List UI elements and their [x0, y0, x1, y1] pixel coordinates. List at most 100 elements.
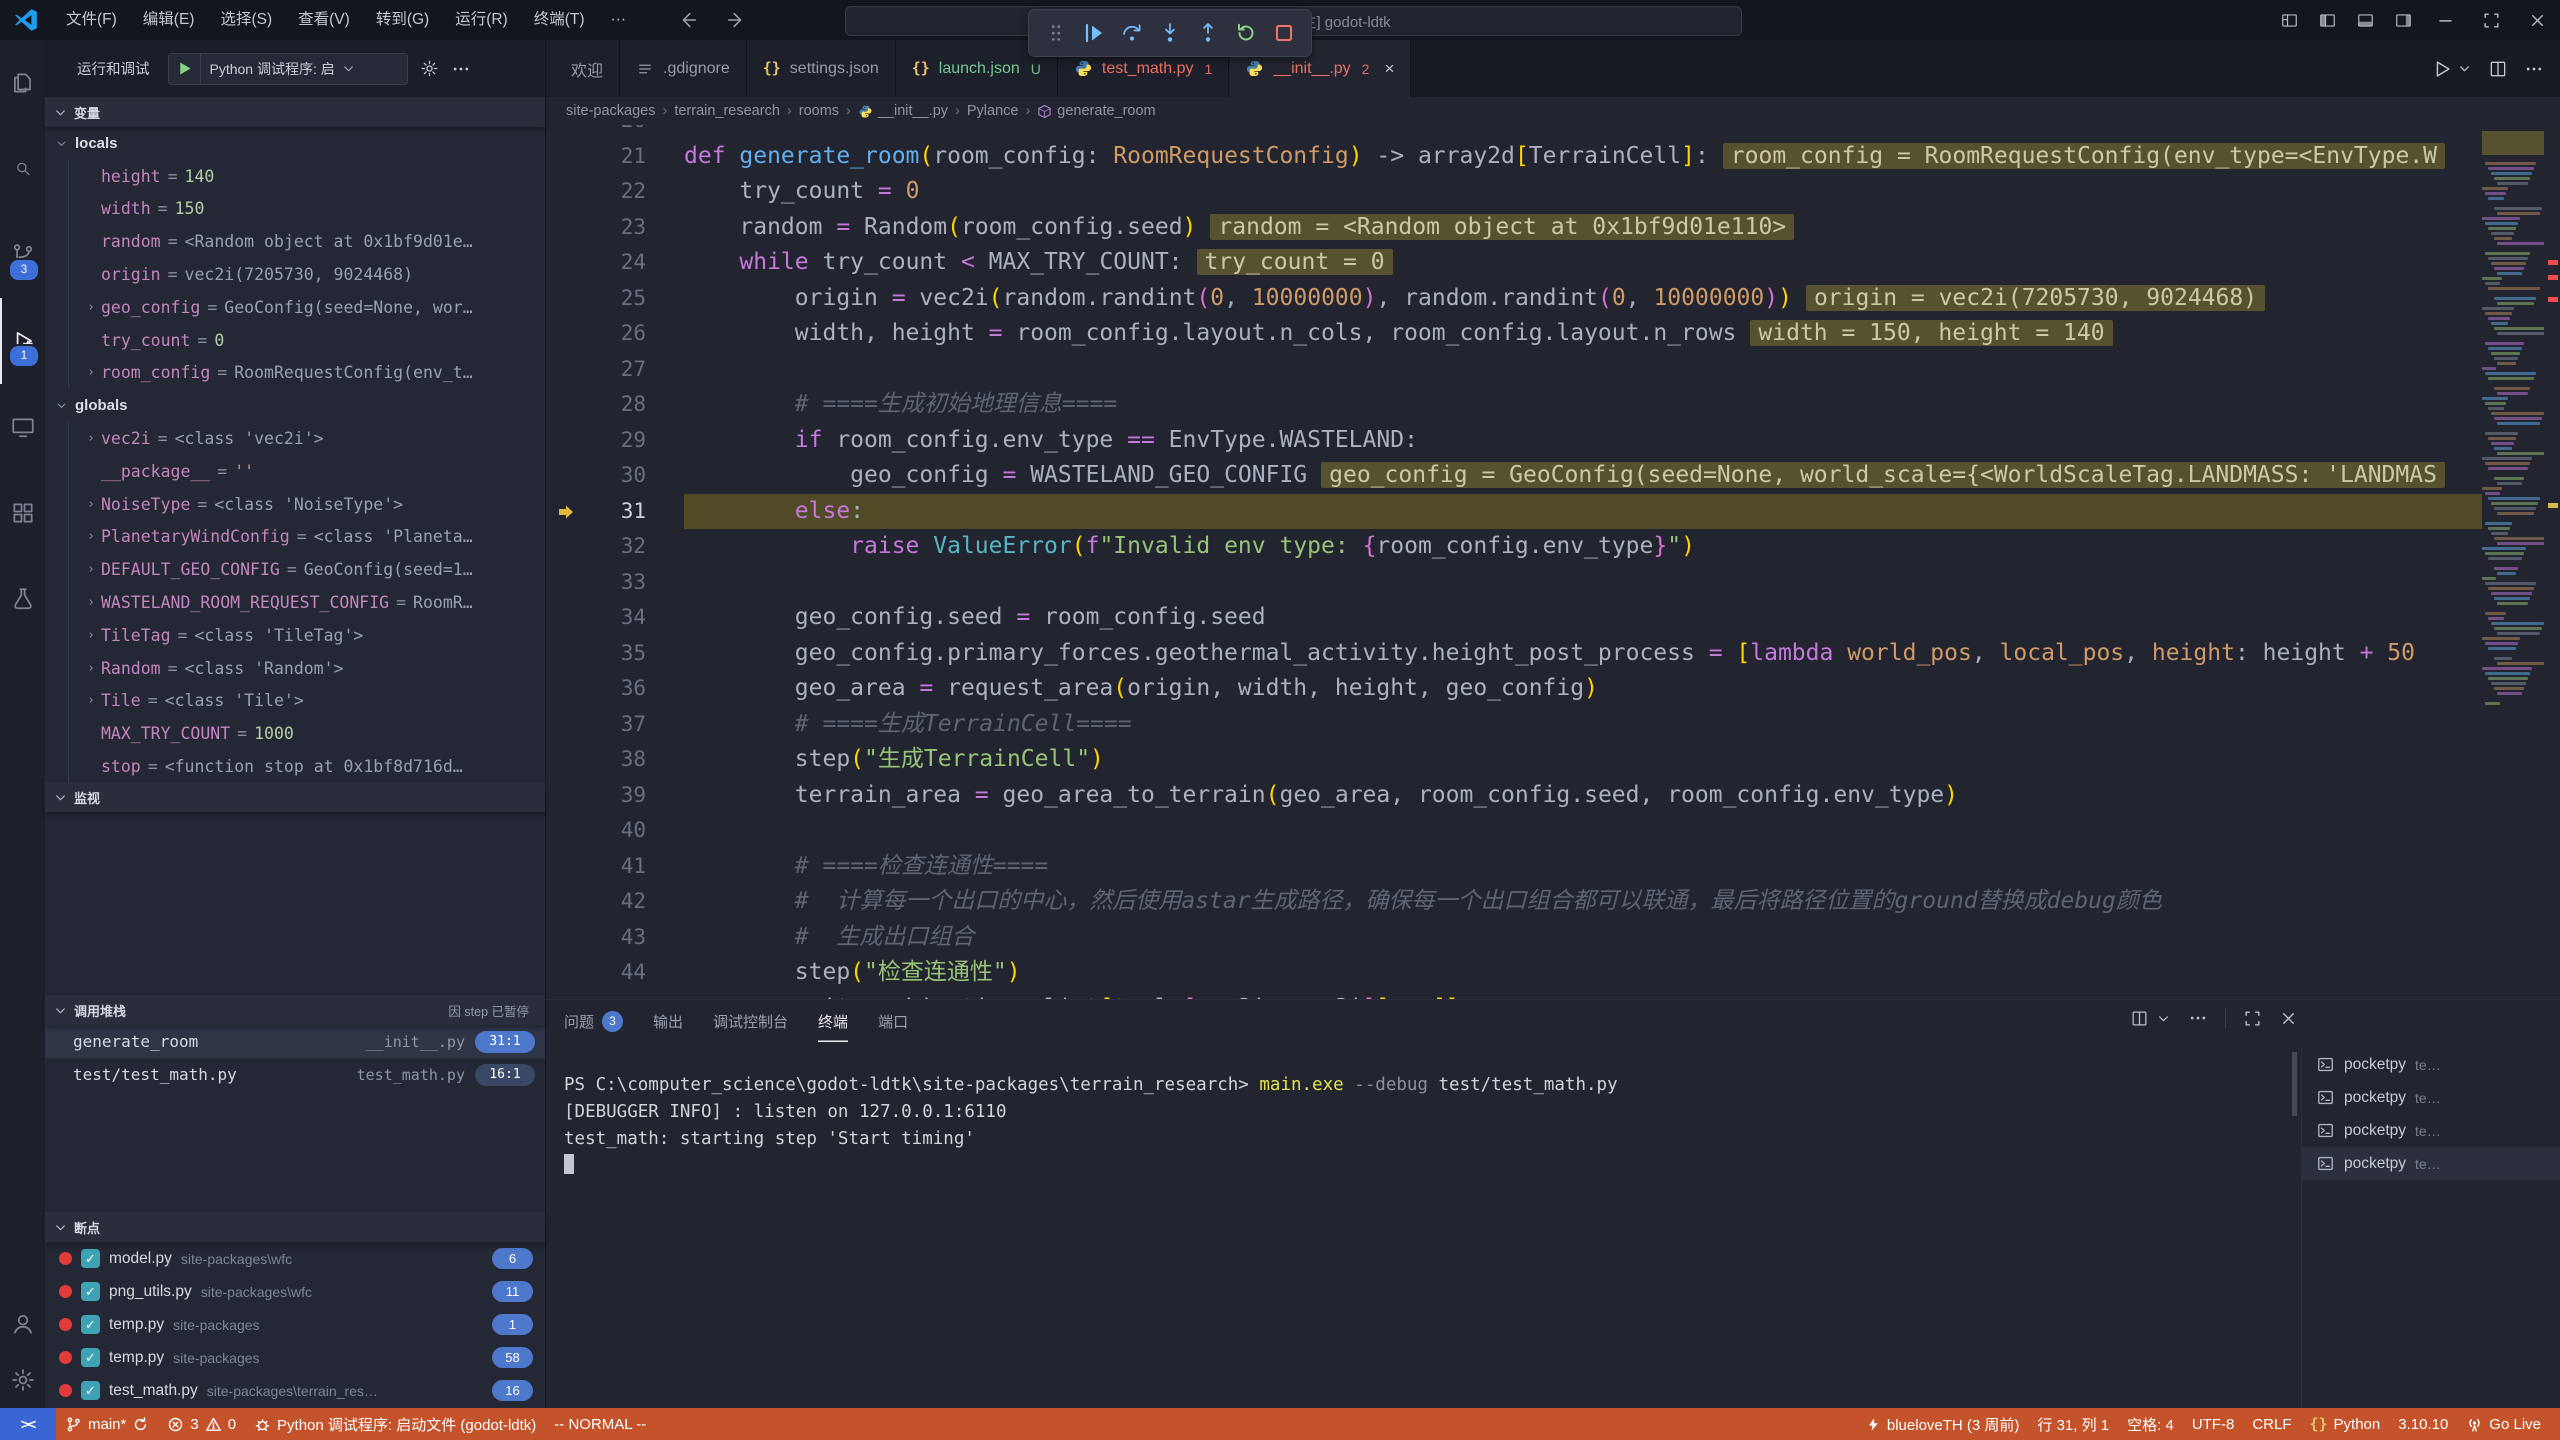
activity-settings-gear-icon[interactable]: [0, 1352, 45, 1408]
menu-item[interactable]: 文件(F): [53, 0, 130, 40]
close-icon[interactable]: [2279, 1009, 2298, 1028]
launch-config-select[interactable]: Python 调试程序: 启: [168, 53, 408, 85]
statusbar-item[interactable]: CRLF: [2243, 1416, 2300, 1433]
activity-extensions-icon[interactable]: [0, 470, 45, 556]
chevron-right-icon[interactable]: ›: [81, 431, 101, 446]
code-editor[interactable]: 2021def generate_room(room_config: RoomR…: [546, 125, 2560, 999]
breadcrumb-item[interactable]: generate_room: [1037, 103, 1155, 119]
variable-row[interactable]: random=<Random object at 0x1bf9d01e…: [45, 225, 545, 258]
activity-remote-explorer-icon[interactable]: [0, 384, 45, 470]
variable-row[interactable]: MAX_TRY_COUNT=1000: [45, 717, 545, 750]
code-line-38[interactable]: 38 step("生成TerrainCell"): [546, 742, 2482, 778]
variable-row[interactable]: ›Tile=<class 'Tile'>: [45, 685, 545, 718]
toggle-panel-bottom-icon[interactable]: [2346, 0, 2384, 40]
breadcrumb-item[interactable]: rooms: [799, 103, 839, 119]
minimize-icon[interactable]: [2422, 0, 2468, 40]
menu-item[interactable]: 运行(R): [442, 0, 521, 40]
breadcrumb-item[interactable]: __init__.py: [858, 103, 948, 119]
more-actions-icon[interactable]: [451, 59, 471, 79]
code-line-27[interactable]: 27: [546, 352, 2482, 388]
code-line-32[interactable]: 32 raise ValueError(f"Invalid env type: …: [546, 529, 2482, 565]
code-line-34[interactable]: 34 geo_config.seed = room_config.seed: [546, 600, 2482, 636]
tab-欢迎[interactable]: 欢迎: [546, 40, 620, 97]
statusbar-item[interactable]: 空格: 4: [2118, 1414, 2183, 1435]
start-debug-icon[interactable]: [169, 54, 201, 84]
code-line-30[interactable]: 30 geo_config = WASTELAND_GEO_CONFIGgeo_…: [546, 458, 2482, 494]
breakpoint-checkbox[interactable]: ✓: [81, 1381, 100, 1400]
chevron-right-icon[interactable]: ›: [81, 661, 101, 676]
code-line-43[interactable]: 43 # 生成出口组合: [546, 920, 2482, 956]
variables-scope-globals[interactable]: globals: [45, 389, 545, 422]
chevdown-icon[interactable]: [2156, 1011, 2171, 1026]
chevron-right-icon[interactable]: ›: [81, 300, 101, 315]
continue-icon[interactable]: [1077, 16, 1111, 50]
variable-row[interactable]: ›WASTELAND_ROOM_REQUEST_CONFIG=RoomR…: [45, 586, 545, 619]
code-line-45[interactable]: 45 exit_combinations:list[tuple[vec2i, v…: [546, 991, 2482, 1000]
callstack-section-header[interactable]: 调用堆栈 因 step 已暂停: [45, 995, 545, 1025]
statusbar-item[interactable]: 3.10.10: [2389, 1416, 2457, 1433]
step-over-icon[interactable]: [1115, 16, 1149, 50]
variable-row[interactable]: ›Random=<class 'Random'>: [45, 652, 545, 685]
statusbar-item[interactable]: {}Python: [2300, 1415, 2389, 1433]
code-line-28[interactable]: 28 # ====生成初始地理信息====: [546, 387, 2482, 423]
menu-item[interactable]: 终端(T): [521, 0, 598, 40]
menu-item[interactable]: 编辑(E): [130, 0, 208, 40]
chevron-right-icon[interactable]: ›: [81, 562, 101, 577]
terminal-list-item[interactable]: pocketpyte…: [2302, 1114, 2560, 1147]
statusbar-item[interactable]: 30: [158, 1408, 245, 1440]
split-icon[interactable]: [2488, 59, 2508, 79]
chevron-right-icon[interactable]: ›: [81, 497, 101, 512]
code-line-39[interactable]: 39 terrain_area = geo_area_to_terrain(ge…: [546, 778, 2482, 814]
step-out-icon[interactable]: [1191, 16, 1225, 50]
code-line-40[interactable]: 40: [546, 813, 2482, 849]
variable-row[interactable]: stop=<function stop at 0x1bf8d716d…: [45, 750, 545, 782]
activity-search-icon[interactable]: [0, 126, 45, 212]
terminal-list-item[interactable]: pocketpyte…: [2302, 1147, 2560, 1180]
menu-item[interactable]: ···: [598, 0, 640, 40]
statusbar-item[interactable]: Python 调试程序: 启动文件 (godot-ldtk): [245, 1408, 545, 1440]
variable-row[interactable]: ›vec2i=<class 'vec2i'>: [45, 422, 545, 455]
code-line-23[interactable]: 23 random = Random(room_config.seed)rand…: [546, 210, 2482, 246]
breakpoint-row[interactable]: ✓test_math.pysite-packages\terrain_res…1…: [45, 1374, 545, 1407]
statusbar-item[interactable]: 行 31, 列 1: [2028, 1414, 2118, 1435]
code-line-42[interactable]: 42 # 计算每一个出口的中心，然后使用astar生成路径，确保每一个出口组合都…: [546, 884, 2482, 920]
panel-tab-终端[interactable]: 终端: [818, 1000, 848, 1042]
variable-row[interactable]: ›NoiseType=<class 'NoiseType'>: [45, 488, 545, 521]
step-into-icon[interactable]: [1153, 16, 1187, 50]
chevron-right-icon[interactable]: ›: [81, 628, 101, 643]
breakpoint-row[interactable]: ✓temp.pysite-packages58: [45, 1341, 545, 1374]
nav-forward-icon[interactable]: [725, 9, 747, 31]
activity-explorer-icon[interactable]: [0, 40, 45, 126]
activity-run-and-debug-icon[interactable]: 1: [0, 298, 45, 384]
nav-back-icon[interactable]: [677, 9, 699, 31]
variable-row[interactable]: height=140: [45, 160, 545, 193]
statusbar-item[interactable]: blueloveTH (3 周前): [1857, 1414, 2029, 1435]
panel-tab-问题[interactable]: 问题3: [564, 1000, 623, 1042]
variable-row[interactable]: __package__='': [45, 455, 545, 488]
variable-row[interactable]: ›room_config=RoomRequestConfig(env_t…: [45, 357, 545, 390]
terminal-output[interactable]: PS C:\computer_science\godot-ldtk\site-p…: [564, 1072, 2280, 1180]
minimap[interactable]: [2482, 125, 2544, 999]
activity-testing-icon[interactable]: [0, 556, 45, 642]
code-line-36[interactable]: 36 geo_area = request_area(origin, width…: [546, 671, 2482, 707]
code-line-31[interactable]: 31 else:: [546, 494, 2482, 530]
code-line-25[interactable]: 25 origin = vec2i(random.randint(0, 1000…: [546, 281, 2482, 317]
breadcrumb-item[interactable]: site-packages: [566, 103, 655, 119]
breakpoint-row[interactable]: ✓temp.pysite-packages1: [45, 1308, 545, 1341]
chevdown-icon[interactable]: [2457, 61, 2472, 76]
statusbar-item[interactable]: Go Live: [2457, 1416, 2550, 1433]
code-line-20[interactable]: 20: [546, 125, 2482, 139]
terminal-list-item[interactable]: pocketpyte…: [2302, 1081, 2560, 1114]
code-line-24[interactable]: 24 while try_count < MAX_TRY_COUNT:try_c…: [546, 245, 2482, 281]
variable-row[interactable]: ›geo_config=GeoConfig(seed=None, wor…: [45, 291, 545, 324]
code-line-35[interactable]: 35 geo_config.primary_forces.geothermal_…: [546, 636, 2482, 672]
callstack-frame[interactable]: generate_room__init__.py31:1: [45, 1025, 545, 1058]
variable-row[interactable]: width=150: [45, 193, 545, 226]
panel-tab-调试控制台[interactable]: 调试控制台: [713, 1000, 788, 1042]
gear-icon[interactable]: [420, 59, 439, 78]
code-line-33[interactable]: 33: [546, 565, 2482, 601]
remote-indicator[interactable]: ><: [0, 1408, 56, 1440]
more-icon[interactable]: [2188, 1008, 2208, 1028]
breakpoint-row[interactable]: ✓png_utils.pysite-packages\wfc11: [45, 1275, 545, 1308]
toggle-layout-icon[interactable]: [2270, 0, 2308, 40]
